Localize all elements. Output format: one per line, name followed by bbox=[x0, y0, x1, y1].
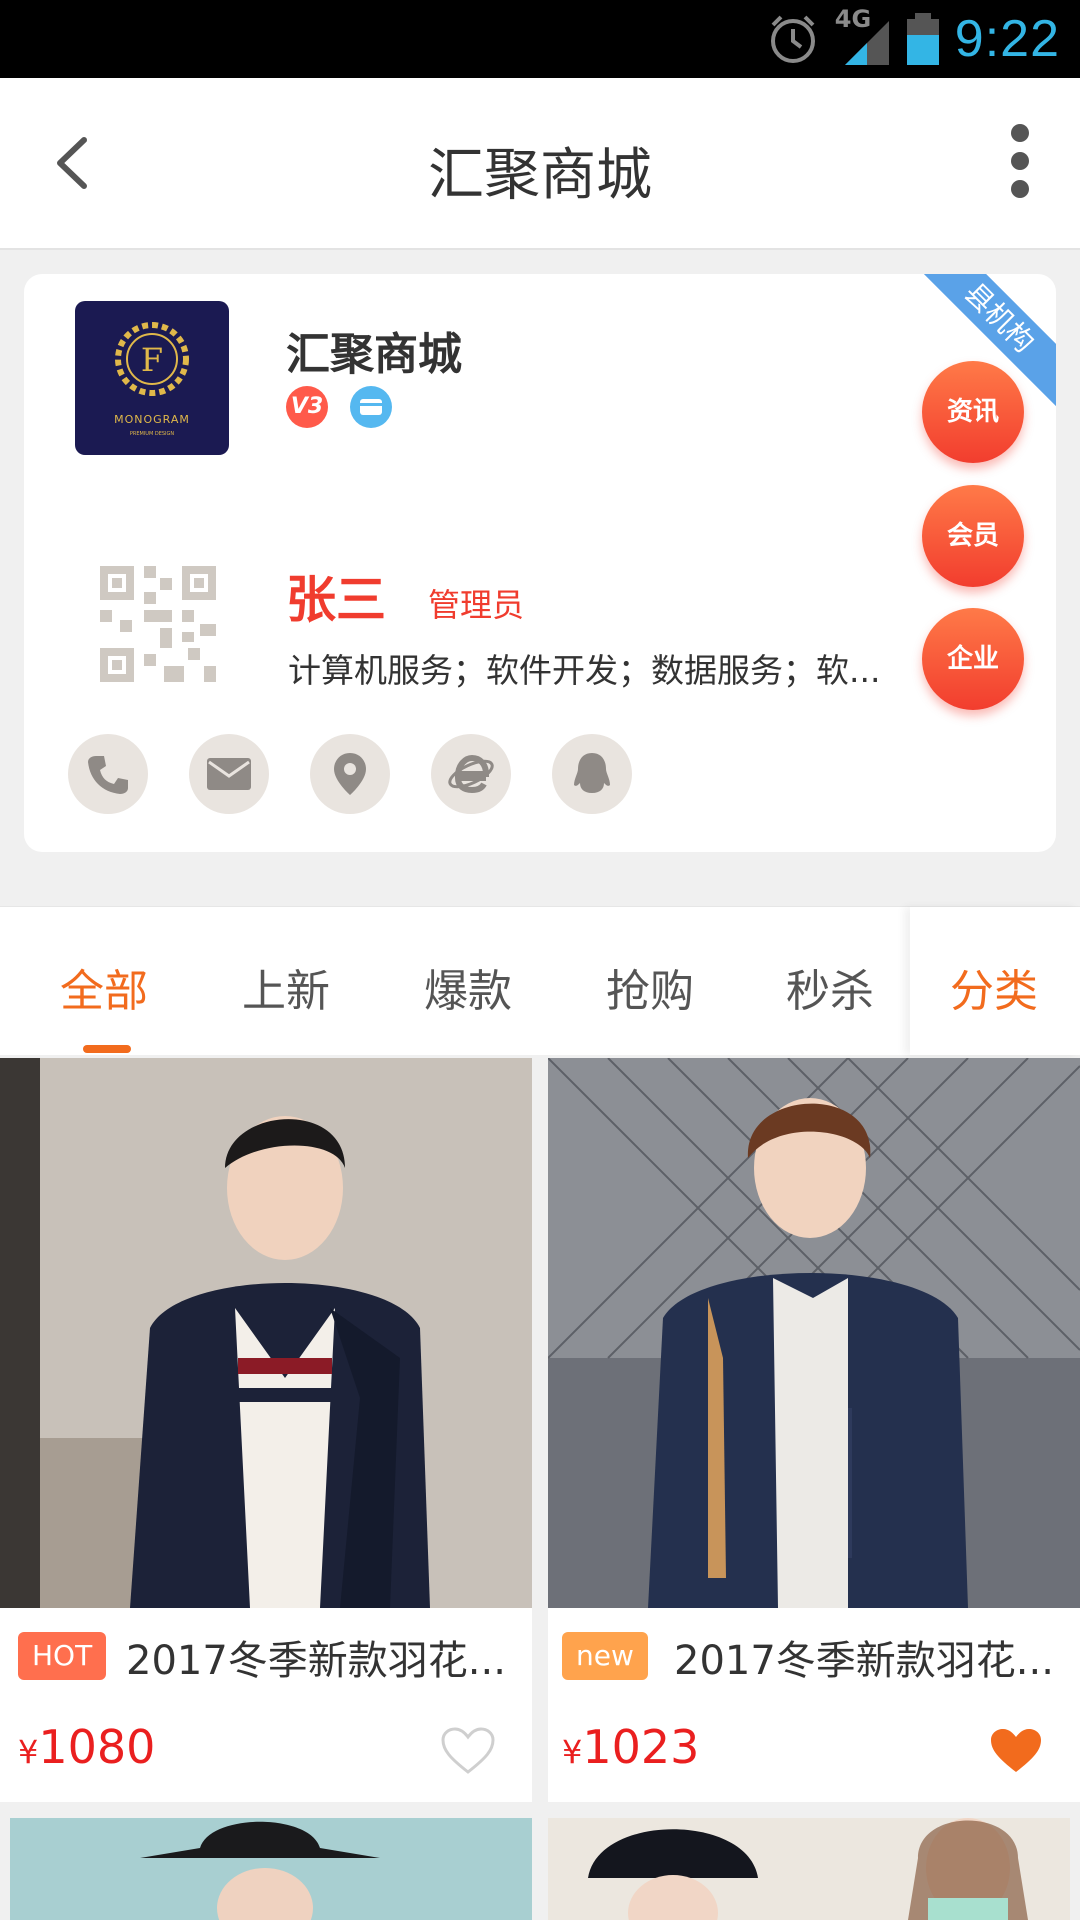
tab-new[interactable]: 上新 bbox=[242, 955, 330, 1019]
heart-outline-icon[interactable] bbox=[440, 1726, 496, 1776]
product-image[interactable] bbox=[548, 1818, 1070, 1920]
logo-subtext: PREMIUM DESIGN bbox=[129, 431, 175, 437]
logo-letter: F bbox=[140, 341, 164, 379]
page-title: 汇聚商城 bbox=[428, 143, 652, 208]
heart-filled-icon[interactable] bbox=[988, 1726, 1044, 1776]
more-vertical-icon[interactable] bbox=[1000, 116, 1040, 206]
product-name: 2017冬季新款羽花... bbox=[126, 1638, 506, 1684]
tab-category-label: 分类 bbox=[950, 966, 1038, 1017]
member-button[interactable]: 会员 bbox=[922, 485, 1024, 587]
status-bar: 4G 9:22 bbox=[0, 0, 1080, 78]
clock: 9:22 bbox=[954, 10, 1060, 68]
phone-icon[interactable] bbox=[68, 734, 148, 814]
product-card[interactable] bbox=[548, 1818, 1070, 1920]
price-value: 1023 bbox=[582, 1720, 700, 1774]
shop-name: 汇聚商城 bbox=[286, 329, 462, 380]
product-image[interactable] bbox=[548, 1058, 1080, 1608]
product-card[interactable]: HOT 2017冬季新款羽花... ¥1080 bbox=[0, 1058, 532, 1802]
currency-symbol: ¥ bbox=[18, 1733, 39, 1771]
business-scope: 计算机服务；软件开发；数据服务；软... bbox=[288, 651, 881, 690]
battery-icon bbox=[906, 13, 939, 65]
category-tabs: 全部 上新 爆款 抢购 秒杀 分类 bbox=[0, 906, 1080, 1055]
product-card[interactable]: new 2017冬季新款羽花... ¥1023 bbox=[548, 1058, 1080, 1802]
contact-icons bbox=[68, 734, 632, 814]
tab-hot[interactable]: 爆款 bbox=[424, 955, 512, 1019]
product-price: ¥1080 bbox=[18, 1720, 155, 1774]
tab-all[interactable]: 全部 bbox=[60, 955, 148, 1019]
active-tab-indicator bbox=[83, 1045, 131, 1053]
card-badge bbox=[350, 386, 392, 428]
app-header: 汇聚商城 bbox=[0, 78, 1080, 250]
mail-icon[interactable] bbox=[189, 734, 269, 814]
new-tag: new bbox=[562, 1632, 648, 1680]
qq-icon[interactable] bbox=[552, 734, 632, 814]
admin-role: 管理员 bbox=[428, 586, 525, 624]
alarm-icon bbox=[770, 15, 815, 63]
product-price: ¥1023 bbox=[562, 1720, 699, 1774]
hot-tag: HOT bbox=[18, 1632, 107, 1680]
shop-logo: F MONOGRAM PREMIUM DESIGN bbox=[75, 301, 229, 455]
admin-name: 张三 bbox=[286, 571, 386, 629]
browser-icon[interactable] bbox=[431, 734, 511, 814]
vip-level-badge: V3 bbox=[286, 386, 328, 428]
tab-rush[interactable]: 抢购 bbox=[606, 955, 694, 1019]
product-image[interactable] bbox=[10, 1818, 532, 1920]
product-image[interactable] bbox=[0, 1058, 532, 1608]
status-icons: 4G 9:22 bbox=[765, 5, 1060, 70]
product-name: 2017冬季新款羽花... bbox=[674, 1638, 1054, 1684]
product-card[interactable] bbox=[10, 1818, 532, 1920]
news-button[interactable]: 资讯 bbox=[922, 361, 1024, 463]
price-value: 1080 bbox=[38, 1720, 156, 1774]
qr-code-icon[interactable] bbox=[100, 566, 216, 682]
logo-text: MONOGRAM bbox=[114, 413, 190, 426]
tab-flash-sale[interactable]: 秒杀 bbox=[786, 955, 874, 1019]
currency-symbol: ¥ bbox=[562, 1733, 583, 1771]
signal-icon: 4G bbox=[835, 5, 891, 67]
tab-category[interactable]: 分类 bbox=[910, 907, 1080, 1055]
enterprise-button[interactable]: 企业 bbox=[922, 608, 1024, 710]
card-icon bbox=[360, 399, 382, 415]
location-icon[interactable] bbox=[310, 734, 390, 814]
shop-card: F MONOGRAM PREMIUM DESIGN 汇聚商城 V3 县机构 资讯… bbox=[24, 274, 1056, 852]
